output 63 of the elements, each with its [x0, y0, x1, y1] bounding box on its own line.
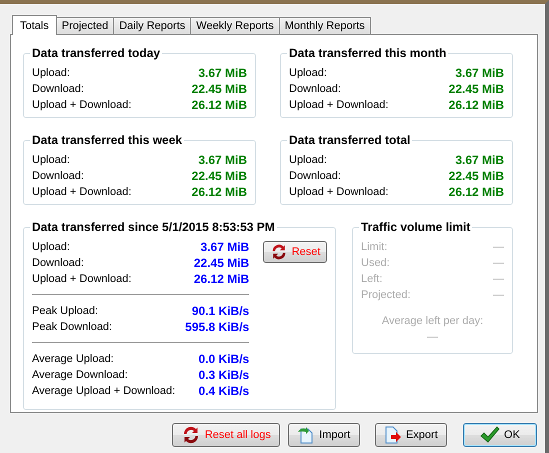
- row-label: Download:: [32, 82, 84, 97]
- row-value: 595.8 KiB/s: [185, 319, 250, 335]
- document-export-icon: [384, 426, 402, 444]
- import-button[interactable]: Import: [288, 423, 360, 447]
- row-value: 3.67 MiB: [198, 65, 247, 81]
- tab[interactable]: Monthly Reports: [278, 17, 371, 34]
- row-label: Upload:: [32, 66, 70, 81]
- row-label: Average Upload:: [32, 352, 114, 367]
- row-value: 22.45 MiB: [448, 168, 504, 184]
- checkmark-icon: [480, 426, 500, 444]
- row-label: Average Upload + Download:: [32, 384, 176, 399]
- row-value: 0.3 KiB/s: [198, 367, 250, 383]
- row-label: Upload:: [289, 153, 327, 168]
- row-label: Projected:: [361, 288, 411, 303]
- row-value: 0.0 KiB/s: [198, 351, 250, 367]
- row-value: —: [493, 272, 504, 287]
- row-label: Limit:: [361, 240, 388, 255]
- row-value: 26.12 MiB: [448, 184, 504, 200]
- row-value: 22.45 MiB: [194, 255, 250, 271]
- row-value: —: [493, 240, 504, 255]
- refresh-icon: [270, 243, 288, 261]
- row-label: Download:: [289, 82, 341, 97]
- row-label: Upload:: [32, 153, 70, 168]
- document-import-icon: [297, 426, 316, 444]
- row-label: Average left per day:: [380, 314, 484, 329]
- row-value: 22.45 MiB: [192, 168, 247, 184]
- row-label: Used:: [361, 256, 390, 271]
- row-value: 26.12 MiB: [448, 97, 504, 113]
- row-value: 22.45 MiB: [192, 81, 247, 97]
- row-value: —: [493, 288, 504, 303]
- row-value: 3.67 MiB: [455, 152, 504, 168]
- row-value: 3.67 MiB: [455, 65, 504, 81]
- tab[interactable]: Projected: [56, 17, 114, 34]
- row-label: Left:: [361, 272, 382, 287]
- row-label: Average Download:: [32, 368, 128, 383]
- export-button[interactable]: Export: [374, 423, 447, 447]
- row-value: 3.67 MiB: [200, 239, 250, 255]
- row-label: Upload + Download:: [289, 98, 388, 113]
- row-value: 0.4 KiB/s: [198, 383, 250, 399]
- row-label: Upload:: [32, 240, 70, 255]
- row-label: Download:: [289, 169, 341, 184]
- row-label: Upload + Download:: [32, 185, 132, 200]
- row-label: Download:: [32, 169, 84, 184]
- tab[interactable]: Daily Reports: [113, 17, 192, 34]
- row-value: 26.12 MiB: [194, 271, 250, 287]
- ok-button[interactable]: OK: [462, 423, 538, 447]
- row-value: 26.12 MiB: [192, 184, 247, 200]
- row-label: Upload + Download:: [289, 185, 388, 200]
- tab[interactable]: Weekly Reports: [190, 17, 280, 34]
- row-value: 90.1 KiB/s: [192, 303, 250, 319]
- row-value: 26.12 MiB: [192, 97, 247, 113]
- row-value: 3.67 MiB: [198, 152, 247, 168]
- row-value: —: [493, 256, 504, 271]
- row-label: Upload:: [289, 66, 327, 81]
- row-label: Peak Upload:: [32, 304, 98, 319]
- row-value: 22.45 MiB: [448, 81, 504, 97]
- row-value: —: [426, 330, 439, 345]
- row-label: Download:: [32, 256, 84, 271]
- group-title: Data transferred today: [30, 45, 162, 61]
- tab[interactable]: Totals: [12, 15, 57, 35]
- row-label: Upload + Download:: [32, 272, 132, 287]
- row-label: Upload + Download:: [32, 98, 132, 113]
- row-label: Peak Download:: [32, 320, 112, 335]
